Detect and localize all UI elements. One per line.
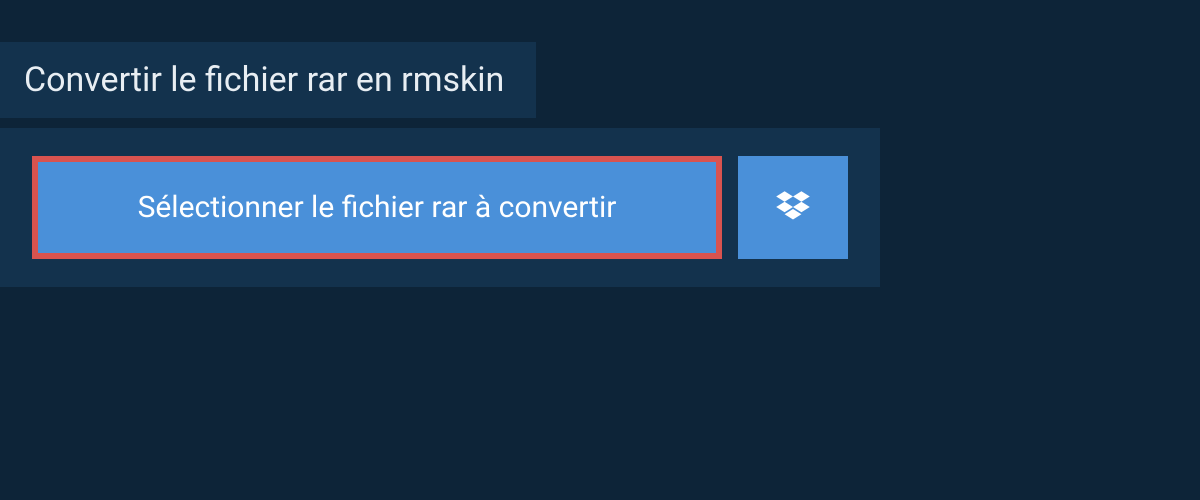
file-select-panel: Sélectionner le fichier rar à convertir — [0, 128, 880, 287]
dropbox-icon — [772, 187, 814, 229]
select-file-label: Sélectionner le fichier rar à convertir — [138, 190, 617, 225]
select-file-button[interactable]: Sélectionner le fichier rar à convertir — [32, 156, 722, 259]
page-title: Convertir le fichier rar en rmskin — [24, 60, 504, 100]
dropbox-button[interactable] — [738, 156, 848, 259]
title-bar: Convertir le fichier rar en rmskin — [0, 42, 536, 118]
